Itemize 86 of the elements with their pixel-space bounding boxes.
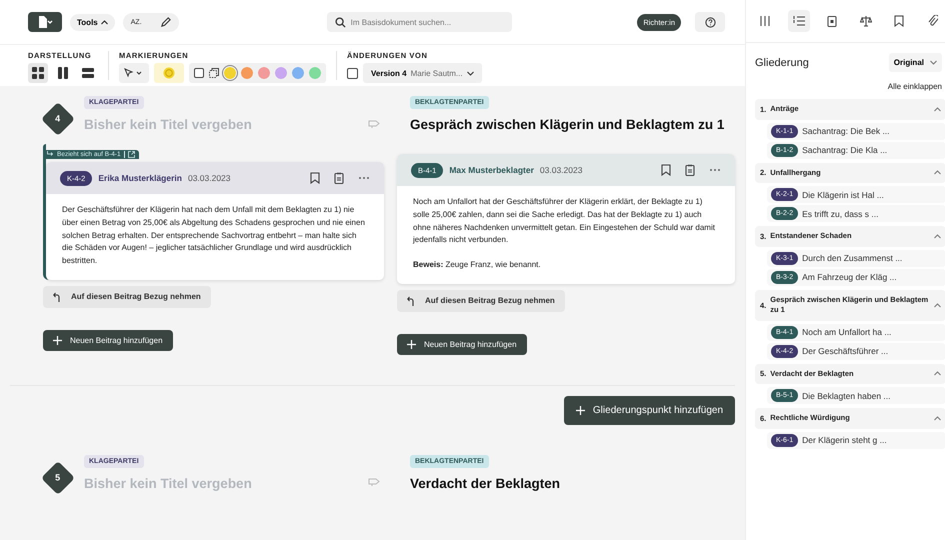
signpost-icon [368, 118, 380, 128]
collapse-all-link[interactable]: Alle einklappen [888, 82, 942, 91]
view-button[interactable] [28, 63, 48, 83]
entry-text: Es trifft zu, dass s ... [802, 208, 878, 218]
pencil-icon[interactable] [160, 16, 171, 28]
section-title: Gespräch zwischen Klägerin und Beklagtem zu 1 [410, 117, 724, 132]
entry-text: Sachantrag: Die Kla ... [802, 145, 888, 155]
post-date: 03.03.2023 [540, 165, 582, 175]
numbered-list-icon [792, 16, 805, 26]
help-button[interactable] [695, 12, 725, 32]
chevron-up-icon[interactable] [934, 170, 941, 176]
note-icon [827, 15, 838, 27]
checkbox-icon[interactable] [194, 68, 204, 78]
outline-tab[interactable] [788, 10, 810, 32]
section-number: 5 [41, 461, 75, 495]
chevron-up-icon [100, 20, 108, 24]
help-icon [704, 16, 716, 28]
color-dot[interactable] [292, 67, 304, 79]
entry-text: Noch am Unfallort ha ... [802, 327, 892, 337]
entry-text: Der Geschäftsführer ... [802, 346, 888, 356]
bookmark-icon [894, 15, 904, 27]
color-dot[interactable] [309, 67, 321, 79]
post-text: Der Geschäftsführer der Klägerin hat nach dem Unfall mit dem Beklagten zu 1) nie über einen Betrag von 25,00€ als Abgeltung des Schadens gesprochen und nie einen solchen Betrag erhalten. Der entsprechende Sachvortrag entbehrt – man halte sich die Schäden vor Augen! – jeglicher tatsächlicher Grundlage und wird ausdrücklich bestritten. [62, 204, 366, 268]
version-dropdown[interactable]: Version 4 Marie Sautm... [363, 63, 482, 83]
post-text: Noch am Unfallort hat der Geschäftsführer der Klägerin erklärt, der Beklagte zu 1) solle 25,00€ zahlen, dann sei die Sache erledigt. Das hat der Beklagte zu 1) auch ohne näheres Nachdenken unvermittelt getan. Ein Eingestehen der Schuld war damit jedenfalls nicht verbunden. [413, 196, 716, 246]
section-title: Bisher kein Titel vergeben [84, 117, 252, 132]
chevron-down-icon [930, 60, 937, 65]
add-section-button[interactable]: Gliederungspunkt hinzufügen [564, 396, 735, 425]
chevron-down-icon [466, 70, 474, 76]
reference-button[interactable]: Auf diesen Beitrag Bezug nehmen [43, 286, 211, 308]
bookmark-icon[interactable] [661, 164, 671, 176]
chevron-up-icon[interactable] [934, 106, 941, 112]
external-link-icon [128, 150, 135, 158]
plus-icon [53, 336, 62, 345]
entry-text: Die Beklagten haben ... [802, 390, 890, 400]
section-title: Bisher kein Titel vergeben [84, 476, 252, 491]
reply-arrow-icon [53, 292, 61, 302]
add-post-button[interactable]: Neuen Beitrag hinzufügen [397, 334, 527, 355]
note-icon[interactable] [334, 172, 344, 184]
paperclip-icon [928, 15, 938, 27]
post-date: 03.03.2023 [188, 173, 231, 183]
highlighter-color-icon [163, 67, 175, 79]
reply-arrow-icon [407, 296, 415, 306]
entry-text: Der Klägerin steht g ... [802, 435, 887, 445]
entry-text: Durch den Zusammenst ... [802, 253, 902, 263]
add-post-button[interactable]: Neuen Beitrag hinzufügen [43, 330, 173, 351]
columns-icon [760, 16, 770, 26]
entry-text: Die Klägerin ist Hal ... [802, 190, 884, 200]
pointer-tool-button[interactable] [119, 63, 149, 83]
author-name: Max Musterbeklagter [449, 165, 534, 175]
section-number: 4 [41, 102, 75, 136]
color-dot[interactable] [224, 67, 236, 79]
cursor-icon [124, 68, 144, 78]
more-icon[interactable] [358, 176, 370, 180]
copy-icon[interactable] [209, 68, 219, 78]
changes-checkbox[interactable] [347, 68, 358, 78]
note-icon[interactable] [685, 164, 695, 176]
chevron-up-icon[interactable] [934, 416, 941, 421]
outline-title: Gliederung [755, 56, 809, 68]
entry-text: Am Fahrzeug der Kläg ... [802, 272, 897, 282]
entry-text: Sachantrag: Die Bek ... [802, 126, 890, 136]
document-icon [37, 15, 53, 29]
columns-icon [57, 67, 69, 79]
grid-icon [32, 67, 44, 79]
bookmark-icon[interactable] [310, 172, 320, 184]
arrow-icon [47, 151, 54, 157]
reference-button[interactable]: Auf diesen Beitrag Bezug nehmen [397, 290, 565, 312]
color-dot[interactable] [241, 67, 253, 79]
search-field[interactable]: Im Basisdokument suchen... [326, 12, 512, 32]
plus-icon [407, 340, 416, 349]
signpost-icon [368, 477, 380, 486]
document-menu-button[interactable] [28, 12, 62, 32]
plus-icon [576, 406, 585, 415]
chevron-up-icon[interactable] [934, 371, 941, 376]
scales-icon [860, 15, 872, 27]
chevron-up-icon[interactable] [934, 302, 941, 308]
author-name: Erika Musterklägerin [98, 173, 182, 183]
color-dot[interactable] [275, 67, 287, 79]
mode-dropdown[interactable]: Original [888, 53, 942, 72]
section-title: Verdacht der Beklagten [410, 476, 560, 491]
color-dot[interactable] [258, 67, 270, 79]
chevron-up-icon[interactable] [934, 234, 941, 239]
more-icon[interactable] [709, 168, 721, 172]
rows-icon [82, 67, 94, 79]
tools-button[interactable]: Tools [70, 14, 115, 30]
post-text: Beweis: Zeuge Franz, wie benannt. [413, 259, 542, 272]
